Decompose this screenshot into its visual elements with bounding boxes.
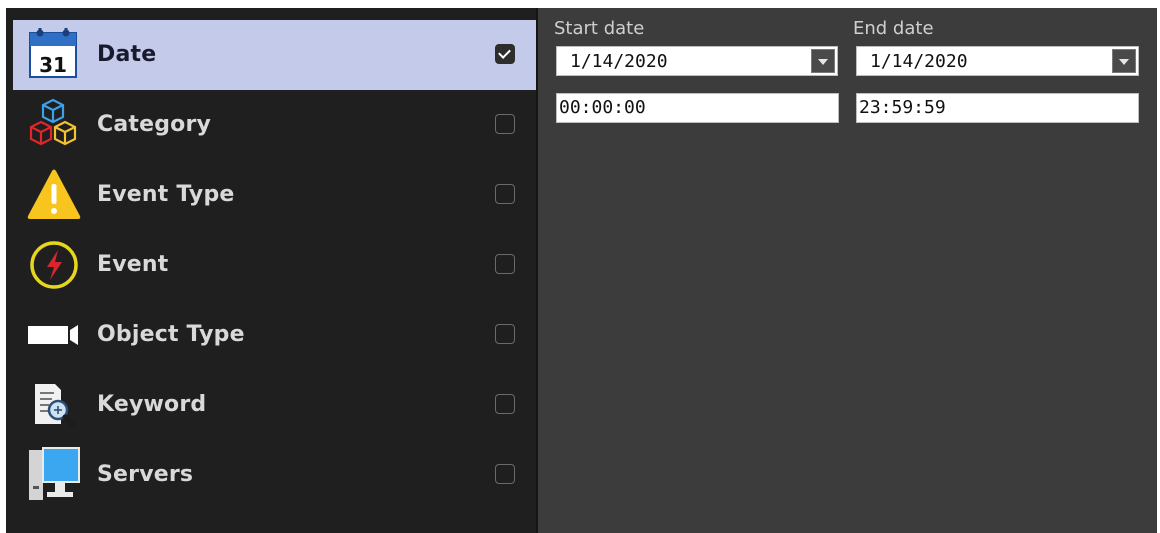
end-date-label: End date xyxy=(853,18,934,39)
camera-icon xyxy=(25,306,83,364)
sidebar-item-label: Category xyxy=(97,112,212,137)
warning-triangle-icon xyxy=(25,166,83,224)
chevron-down-icon[interactable] xyxy=(811,49,835,73)
object-type-checkbox[interactable] xyxy=(495,324,515,344)
calendar-day-text: 31 xyxy=(39,53,67,77)
sidebar-item-event[interactable]: Event xyxy=(13,230,536,300)
lightning-circle-icon xyxy=(25,236,83,294)
event-checkbox[interactable] xyxy=(495,254,515,274)
sidebar-item-category[interactable]: Category xyxy=(13,90,536,160)
end-date-value: 1/14/2020 xyxy=(870,51,968,72)
sidebar-item-label: Date xyxy=(97,42,157,67)
start-time-input[interactable]: 00:00:00 xyxy=(556,93,839,123)
start-date-select[interactable]: 1/14/2020 xyxy=(556,46,838,76)
sidebar-item-servers[interactable]: Servers xyxy=(13,440,536,510)
sidebar-item-object-type[interactable]: Object Type xyxy=(13,300,536,370)
date-filter-panel xyxy=(538,8,1157,533)
end-date-select[interactable]: 1/14/2020 xyxy=(856,46,1139,76)
event-type-checkbox[interactable] xyxy=(495,184,515,204)
sidebar-item-keyword[interactable]: Keyword xyxy=(13,370,536,440)
keyword-checkbox[interactable] xyxy=(495,394,515,414)
date-checkbox[interactable] xyxy=(495,44,515,64)
calendar-icon: 31 xyxy=(25,26,83,84)
cubes-icon xyxy=(25,96,83,154)
end-time-input[interactable]: 23:59:59 xyxy=(856,93,1139,123)
sidebar-item-label: Event xyxy=(97,252,169,277)
category-checkbox[interactable] xyxy=(495,114,515,134)
document-search-icon xyxy=(25,376,83,434)
filter-sidebar: 31 Date Category Event Type Event Object… xyxy=(13,20,536,533)
sidebar-item-event-type[interactable]: Event Type xyxy=(13,160,536,230)
sidebar-item-date[interactable]: 31 Date xyxy=(13,20,536,90)
servers-checkbox[interactable] xyxy=(495,464,515,484)
sidebar-item-label: Event Type xyxy=(97,182,235,207)
sidebar-item-label: Keyword xyxy=(97,392,207,417)
start-date-value: 1/14/2020 xyxy=(570,51,668,72)
sidebar-item-label: Servers xyxy=(97,462,194,487)
start-date-label: Start date xyxy=(554,18,645,39)
sidebar-item-label: Object Type xyxy=(97,322,245,347)
chevron-down-icon[interactable] xyxy=(1112,49,1136,73)
server-computer-icon xyxy=(25,446,83,504)
